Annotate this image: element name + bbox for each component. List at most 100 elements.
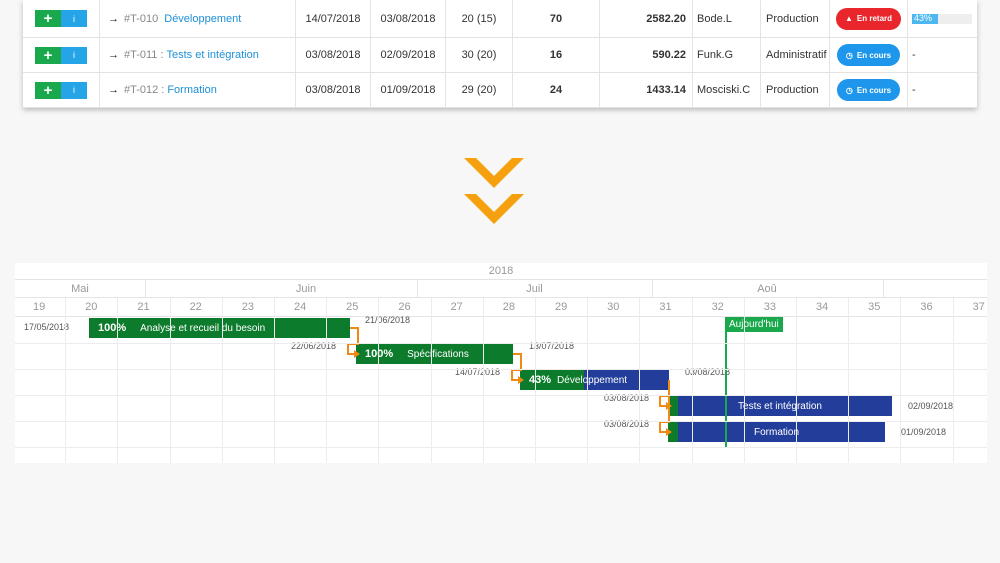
gantt-chart: 2018 Mai Juin Juil Aoû 19 20 21 22 23 24 25 26 2… [15,263,987,463]
task-name-cell: → #T-011 : Tests et intégration [100,38,296,72]
clock-icon: ◷ [845,50,853,60]
grid-vline [952,298,954,463]
grid-vline [587,298,589,463]
clock-icon: ◷ [845,85,853,95]
grid-hline [15,447,987,448]
info-button[interactable]: i [61,10,87,27]
today-marker [725,318,727,447]
table-row: + i → #T-010 Développement 14/07/2018 03… [23,0,977,38]
task-code: #T-012 [124,84,159,96]
progress-bar: 43% [912,12,972,24]
task-type: Production [761,73,830,107]
resource: Mosciski.C [693,73,761,107]
hours: 70 [513,0,600,37]
grid-hline [15,343,987,344]
today-label: Aujourd'hui [725,317,783,332]
link-arrow [354,350,360,358]
end-date-label: 21/06/2018 [365,315,411,325]
grid-vline [482,298,484,463]
start-date-label: 17/05/2018 [24,322,70,332]
grid-vline [117,298,119,463]
start-date: 14/07/2018 [296,0,371,37]
hours: 16 [513,38,600,72]
grid-vline [430,298,432,463]
warning-icon: ▲ [844,14,853,23]
status-badge[interactable]: ▲ En retard [835,7,902,30]
task-type: Administratif [761,38,830,72]
grid-hline [15,395,987,396]
dependency-links [347,327,672,436]
task-name-link[interactable]: Développement [164,13,241,25]
link-arrow [518,376,524,384]
cost: 2582.20 [600,0,693,37]
duration: 29 (20) [446,73,513,107]
grid-vline [65,298,67,463]
dependency-link [659,380,670,407]
grid-hline [15,421,987,422]
grid-vline [743,298,745,463]
status-cell: ◷ En cours [830,73,908,107]
arrow-icon: → [108,84,119,96]
grid-vline [691,298,693,463]
end-date: 01/09/2018 [371,73,446,107]
add-task-button[interactable]: + [35,10,61,27]
status-badge[interactable]: ◷ En cours [836,44,901,66]
link-arrow [666,428,672,436]
status-label: En retard [856,14,893,23]
add-task-button[interactable]: + [35,46,61,64]
task-type: Production [761,0,830,37]
task-name-cell: → #T-012 : Formation [100,73,296,107]
status-label: En cours [856,85,892,95]
grid-vline [639,298,641,463]
table-row: + i → #T-011 : Tests et intégration 03/0… [23,38,977,73]
grid-vline [535,298,536,463]
info-button[interactable]: i [61,81,87,99]
info-button[interactable]: i [61,46,87,64]
grid-vline [169,298,171,463]
status-badge[interactable]: ◷ En cours [836,79,901,101]
grid-vline [796,298,797,463]
table-row: + i → #T-012 : Formation 03/08/2018 01/0… [23,73,977,108]
end-date-label: 01/09/2018 [901,427,947,437]
duration: 30 (20) [446,38,513,72]
arrow-icon: → [108,12,119,25]
status-cell: ◷ En cours [830,38,908,72]
task-table: + i → #T-010 Développement 14/07/2018 03… [23,0,977,108]
grid-vline [274,298,275,463]
end-date-label: 02/09/2018 [908,401,954,411]
grid-vline [221,298,223,463]
row-actions: + i [23,38,100,72]
progress-cell: - [912,49,916,61]
task-code-separator: : [161,84,165,96]
status-cell: ▲ En retard [830,0,908,37]
grid-vline [848,298,850,463]
hours: 24 [513,73,600,107]
double-chevron-down-icon [464,158,524,224]
resource: Funk.G [693,38,761,72]
dependency-link [347,327,359,355]
task-name-link[interactable]: Formation [167,84,217,96]
start-date: 03/08/2018 [296,73,371,107]
add-task-button[interactable]: + [35,81,61,99]
row-actions: + i [23,0,100,37]
progress-label: 43% [914,12,933,23]
cost: 1433.14 [600,73,693,107]
task-code: #T-010 [124,12,159,25]
task-name-link[interactable]: Tests et intégration [167,49,259,61]
grid-hline [15,369,987,370]
grid-vline [326,298,328,463]
progress-cell: 43% [908,0,977,37]
status-label: En cours [856,50,892,60]
resource: Bode.L [693,0,761,37]
task-name-cell: → #T-010 Développement [100,0,296,37]
cost: 590.22 [600,38,693,72]
progress-cell: - [912,84,916,96]
row-actions: + i [23,73,100,107]
duration: 20 (15) [446,0,513,37]
arrow-icon: → [108,49,119,61]
grid-vline [900,298,902,463]
task-code: #T-011 [124,49,158,61]
task-code-separator: : [160,49,164,61]
start-date: 03/08/2018 [296,38,371,72]
dependency-link [511,353,522,381]
